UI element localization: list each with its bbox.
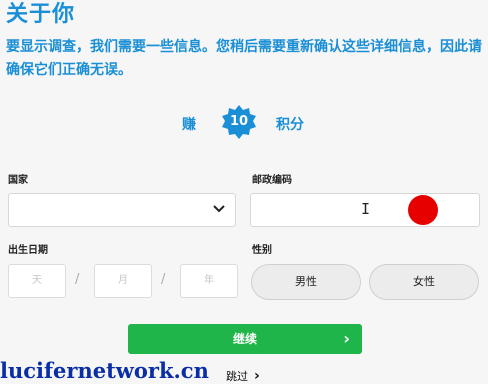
continue-label: 继续 — [232, 332, 257, 346]
zip-code-input[interactable]: I — [250, 193, 480, 227]
birthdate-label: 出生日期 — [8, 245, 48, 256]
points-value: 10 — [229, 114, 249, 129]
chevron-right-icon: › — [254, 368, 260, 384]
continue-button[interactable]: 继续 › — [128, 324, 362, 354]
survey-profile-form: 关于你 要显示调查，我们需要一些信息。您稍后需要重新确认这些详细信息，因此请确保… — [0, 0, 488, 384]
text-cursor-icon: I — [361, 200, 371, 218]
gender-male-button[interactable]: 男性 — [251, 264, 361, 300]
gender-female-button[interactable]: 女性 — [369, 264, 479, 300]
page-description: 要显示调查，我们需要一些信息。您稍后需要重新确认这些详细信息，因此请确保它们正确… — [6, 39, 482, 78]
zip-label: 邮政编码 — [252, 175, 292, 186]
country-label: 国家 — [8, 175, 28, 186]
earn-suffix: 积分 — [276, 117, 304, 133]
month-input[interactable]: 月 — [94, 264, 152, 298]
red-marker-dot — [408, 195, 438, 225]
earn-prefix: 赚 — [182, 117, 196, 133]
skip-label: 跳过 — [226, 370, 248, 383]
date-separator: / — [75, 272, 80, 287]
chevron-down-icon — [213, 205, 225, 213]
country-select[interactable] — [8, 193, 236, 227]
chevron-right-icon: › — [343, 329, 350, 348]
skip-link[interactable]: 跳过 › — [226, 368, 260, 384]
day-input[interactable]: 天 — [8, 264, 66, 298]
page-title: 关于你 — [6, 2, 76, 27]
watermark-text: lucifernetwork.cn — [0, 358, 209, 383]
earn-points-row: 赚 10 积分 — [0, 104, 488, 144]
date-separator: / — [161, 272, 166, 287]
points-badge: 10 — [220, 104, 258, 142]
gender-label: 性别 — [252, 245, 272, 256]
year-input[interactable]: 年 — [180, 264, 238, 298]
